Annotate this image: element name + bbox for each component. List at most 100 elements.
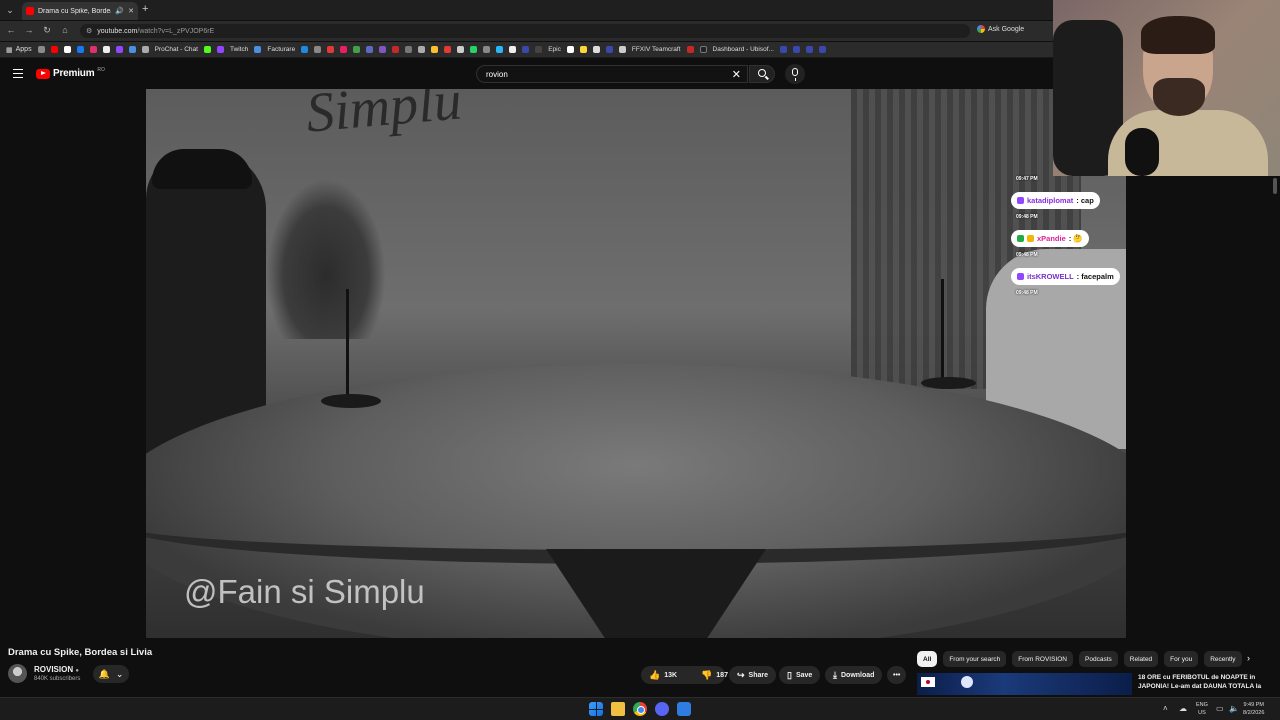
bookmark-link-icon[interactable] bbox=[818, 46, 826, 53]
bookmark-link-icon[interactable] bbox=[314, 46, 322, 53]
search-button[interactable] bbox=[749, 65, 775, 83]
app-icon[interactable] bbox=[677, 702, 691, 716]
bookmark-twitch-icon[interactable] bbox=[216, 46, 224, 53]
bookmark-prochat[interactable]: ProChat - Chat bbox=[155, 46, 198, 53]
bookmark-link-icon[interactable] bbox=[579, 46, 587, 53]
bookmark-whatsapp-icon[interactable] bbox=[470, 46, 478, 53]
bookmark-link-icon[interactable] bbox=[379, 46, 387, 53]
site-info-icon[interactable]: ⚙ bbox=[86, 27, 92, 35]
clear-search-icon[interactable]: ✕ bbox=[732, 68, 741, 81]
scrollbar-thumb[interactable] bbox=[1273, 178, 1277, 194]
chip-from-your-search[interactable]: From your search bbox=[943, 651, 1007, 667]
bookmark-twitch[interactable]: Twitch bbox=[230, 46, 248, 53]
voice-search-button[interactable] bbox=[785, 64, 805, 84]
network-icon[interactable]: ▭ bbox=[1216, 704, 1224, 713]
bookmark-apps[interactable]: ▦ Apps bbox=[6, 46, 32, 54]
bookmark-ffxiv-icon[interactable] bbox=[618, 46, 626, 53]
chevron-right-icon[interactable]: › bbox=[1247, 653, 1250, 663]
bookmark-facturare[interactable]: Facturare bbox=[267, 46, 295, 53]
bookmark-link-icon[interactable] bbox=[509, 46, 517, 53]
bookmark-epic[interactable]: Epic bbox=[548, 46, 561, 53]
chip-related[interactable]: Related bbox=[1123, 651, 1159, 667]
bookmark-link-icon[interactable] bbox=[779, 46, 787, 53]
bookmark-facebook-icon[interactable] bbox=[76, 46, 84, 53]
chip-podcasts[interactable]: Podcasts bbox=[1079, 651, 1118, 667]
chrome-icon[interactable] bbox=[633, 702, 647, 716]
bookmark-link-icon[interactable] bbox=[418, 46, 426, 53]
bookmark-ubisoft-icon[interactable] bbox=[699, 46, 707, 53]
notification-bell-button[interactable]: 🔔 ⌄ bbox=[93, 665, 129, 683]
bookmark-instagram-icon[interactable] bbox=[89, 46, 97, 53]
bookmark-link-icon[interactable] bbox=[392, 46, 400, 53]
bookmark-link-icon[interactable] bbox=[327, 46, 335, 53]
chevron-up-icon[interactable]: ˄ bbox=[1163, 704, 1168, 713]
share-button[interactable]: ↪ Share bbox=[729, 666, 777, 684]
file-explorer-icon[interactable] bbox=[611, 702, 625, 716]
recommended-video-thumbnail[interactable] bbox=[917, 673, 1132, 695]
bookmark-ffxiv[interactable]: FFXIV Teamcraft bbox=[632, 46, 681, 53]
channel-name[interactable]: ROVISION ● bbox=[34, 665, 79, 674]
bookmark-link-icon[interactable] bbox=[128, 46, 136, 53]
bookmark-folder-icon[interactable] bbox=[37, 46, 45, 53]
bookmark-link-icon[interactable] bbox=[483, 46, 491, 53]
youtube-premium-logo[interactable]: Premium RO bbox=[36, 67, 105, 79]
bookmark-link-icon[interactable] bbox=[301, 46, 309, 53]
chip-for-you[interactable]: For you bbox=[1164, 651, 1199, 667]
bookmark-youtube-icon[interactable] bbox=[50, 46, 58, 53]
search-input[interactable]: rovion ✕ bbox=[476, 65, 748, 83]
bookmark-link-icon[interactable] bbox=[366, 46, 374, 53]
bookmark-link-icon[interactable] bbox=[496, 46, 504, 53]
channel-avatar[interactable] bbox=[8, 664, 27, 683]
close-tab-icon[interactable]: ✕ bbox=[128, 7, 134, 15]
bookmark-link-icon[interactable] bbox=[340, 46, 348, 53]
more-actions-button[interactable]: ••• bbox=[887, 666, 907, 684]
bookmark-link-icon[interactable] bbox=[805, 46, 813, 53]
bookmark-dashboard[interactable]: Dashboard - Ubisof... bbox=[713, 46, 774, 53]
bookmark-link-icon[interactable] bbox=[522, 46, 530, 53]
menu-icon[interactable] bbox=[13, 69, 23, 78]
volume-icon[interactable]: 🔈 bbox=[1229, 704, 1239, 713]
home-icon[interactable]: ⌂ bbox=[59, 25, 71, 35]
cloud-icon[interactable]: ☁ bbox=[1179, 704, 1187, 713]
video-player[interactable]: Simplu @Fain si Simplu bbox=[146, 89, 1126, 638]
bookmark-link-icon[interactable] bbox=[605, 46, 613, 53]
reload-icon[interactable]: ↻ bbox=[41, 25, 53, 36]
download-button[interactable]: ⤓ Download bbox=[825, 666, 883, 684]
discord-icon[interactable] bbox=[655, 702, 669, 716]
bookmark-epic-icon[interactable] bbox=[535, 46, 543, 53]
back-icon[interactable]: ← bbox=[5, 25, 17, 35]
like-button[interactable]: 👍 13K bbox=[641, 666, 685, 684]
bookmark-x-icon[interactable] bbox=[63, 46, 71, 53]
chip-recently[interactable]: Recently bbox=[1204, 651, 1242, 667]
new-tab-icon[interactable]: + bbox=[142, 3, 148, 15]
bookmark-link-icon[interactable] bbox=[566, 46, 574, 53]
bookmark-link-icon[interactable] bbox=[141, 46, 149, 53]
url-bar[interactable]: ⚙ youtube.com/watch?v=L_zPVJOP6rE bbox=[80, 24, 970, 38]
video-scene-mic-stand bbox=[346, 289, 349, 399]
bookmark-link-icon[interactable] bbox=[431, 46, 439, 53]
chip-from-channel[interactable]: From ROVISION bbox=[1012, 651, 1074, 667]
windows-start-icon[interactable] bbox=[589, 702, 603, 716]
bookmark-twitch-icon[interactable] bbox=[115, 46, 123, 53]
bookmark-kick-icon[interactable] bbox=[203, 46, 211, 53]
bookmark-facturare-icon[interactable] bbox=[254, 46, 262, 53]
save-button[interactable]: ▯ Save bbox=[779, 666, 821, 684]
tab-search-chevron-icon[interactable]: ⌄ bbox=[4, 4, 16, 16]
chat-text: : cap bbox=[1076, 196, 1094, 205]
forward-icon[interactable]: → bbox=[23, 25, 35, 35]
bookmark-tiktok-icon[interactable] bbox=[102, 46, 110, 53]
browser-tab-active[interactable]: Drama cu Spike, Bordea si L 🔊 ✕ bbox=[22, 2, 138, 20]
bookmark-link-icon[interactable] bbox=[444, 46, 452, 53]
bookmark-link-icon[interactable] bbox=[592, 46, 600, 53]
speaker-icon[interactable]: 🔊 bbox=[115, 7, 124, 15]
bookmark-link-icon[interactable] bbox=[353, 46, 361, 53]
bookmark-link-icon[interactable] bbox=[457, 46, 465, 53]
chip-all[interactable]: All bbox=[917, 651, 938, 667]
bookmark-link-icon[interactable] bbox=[792, 46, 800, 53]
recommended-video-title[interactable]: 18 ORE cu FERIBOTUL de NOAPTE in JAPONIA… bbox=[1138, 673, 1274, 691]
clock[interactable]: 9:49 PM 8/2/2026 bbox=[1243, 701, 1264, 717]
language-indicator[interactable]: ENG US bbox=[1196, 701, 1208, 717]
ask-google-button[interactable]: Ask Google bbox=[977, 25, 1024, 33]
bookmark-link-icon[interactable] bbox=[686, 46, 694, 53]
bookmark-link-icon[interactable] bbox=[405, 46, 413, 53]
